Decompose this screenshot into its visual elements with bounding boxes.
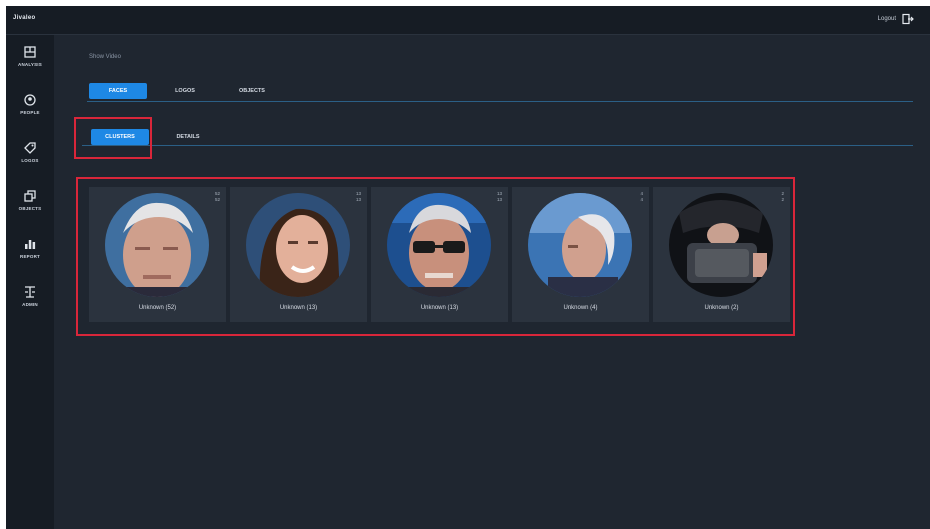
objects-icon [24,190,36,202]
sidebar-item-label: OBJECTS [18,206,42,211]
cluster-count: 2 2 [781,191,784,202]
cluster-card[interactable]: 2 2 Unknown (2) [653,187,790,322]
sidebar-item-label: REPORT [20,254,40,259]
sidebar-item-objects[interactable]: OBJECTS [6,189,54,229]
brand-logo[interactable]: Jivaleo [13,15,35,21]
face-image [528,193,632,297]
face-thumbnail [387,193,491,297]
sidebar-item-analysis[interactable]: ANALYSIS [6,45,54,85]
sidebar-item-label: ADMIN [22,302,38,307]
cluster-label: Unknown (52) [138,305,177,311]
media-type-tabs: FACES LOGOS OBJECTS [87,79,913,102]
cluster-card[interactable]: 52 52 Unknown (52) [89,187,226,322]
cluster-count: 52 52 [214,191,220,202]
sidebar-item-label: LOGOS [21,158,39,163]
top-bar: Jivaleo Logout [6,6,930,35]
main-content: Show Video FACES LOGOS OBJECTS CLUSTERS … [54,35,930,529]
tab-faces[interactable]: FACES [89,83,147,99]
sidebar-item-label: ANALYSIS [18,62,42,67]
cluster-label: Unknown (13) [420,305,459,311]
face-thumbnail [246,193,350,297]
face-image [669,193,773,297]
face-thumbnail [105,193,209,297]
sidebar-item-admin[interactable]: ADMIN [6,285,54,325]
sidebar-item-report[interactable]: REPORT [6,237,54,277]
logout-icon [902,13,914,25]
bar-chart-icon [25,240,36,249]
sidebar-item-label: PEOPLE [20,110,40,115]
logout-label: Logout [877,16,896,22]
face-thumbnail [528,193,632,297]
people-icon [24,94,36,106]
analysis-icon [24,46,36,58]
tab-details[interactable]: DETAILS [160,129,216,145]
cluster-card[interactable]: 4 4 Unknown (4) [512,187,649,322]
face-image [387,193,491,297]
app-window: Jivaleo Logout ANALYSIS PEOPLE LOGOS OBJ… [6,6,930,529]
cluster-count: 13 13 [355,191,361,202]
tag-icon [24,142,36,154]
breadcrumb[interactable]: Show Video [89,54,121,60]
admin-icon [25,286,35,298]
face-thumbnail [669,193,773,297]
sidebar-item-people[interactable]: PEOPLE [6,93,54,133]
logout-button[interactable]: Logout [878,13,914,25]
clusters-tab-highlight [74,117,152,159]
tab-objects[interactable]: OBJECTS [221,83,283,99]
view-tabs: CLUSTERS DETAILS [82,129,913,146]
cluster-label: Unknown (2) [704,305,739,311]
cluster-count: 4 4 [640,191,643,202]
face-image [105,193,209,297]
cluster-label: Unknown (13) [279,305,318,311]
cluster-card[interactable]: 13 13 Unknown (13) [371,187,508,322]
sidebar: ANALYSIS PEOPLE LOGOS OBJECTS REPORT ADM… [6,35,54,529]
cluster-label: Unknown (4) [563,305,598,311]
face-image [246,193,350,297]
sidebar-item-logos[interactable]: LOGOS [6,141,54,181]
tab-logos[interactable]: LOGOS [155,83,215,99]
cluster-card[interactable]: 13 13 Unknown (13) [230,187,367,322]
cluster-count: 13 13 [496,191,502,202]
